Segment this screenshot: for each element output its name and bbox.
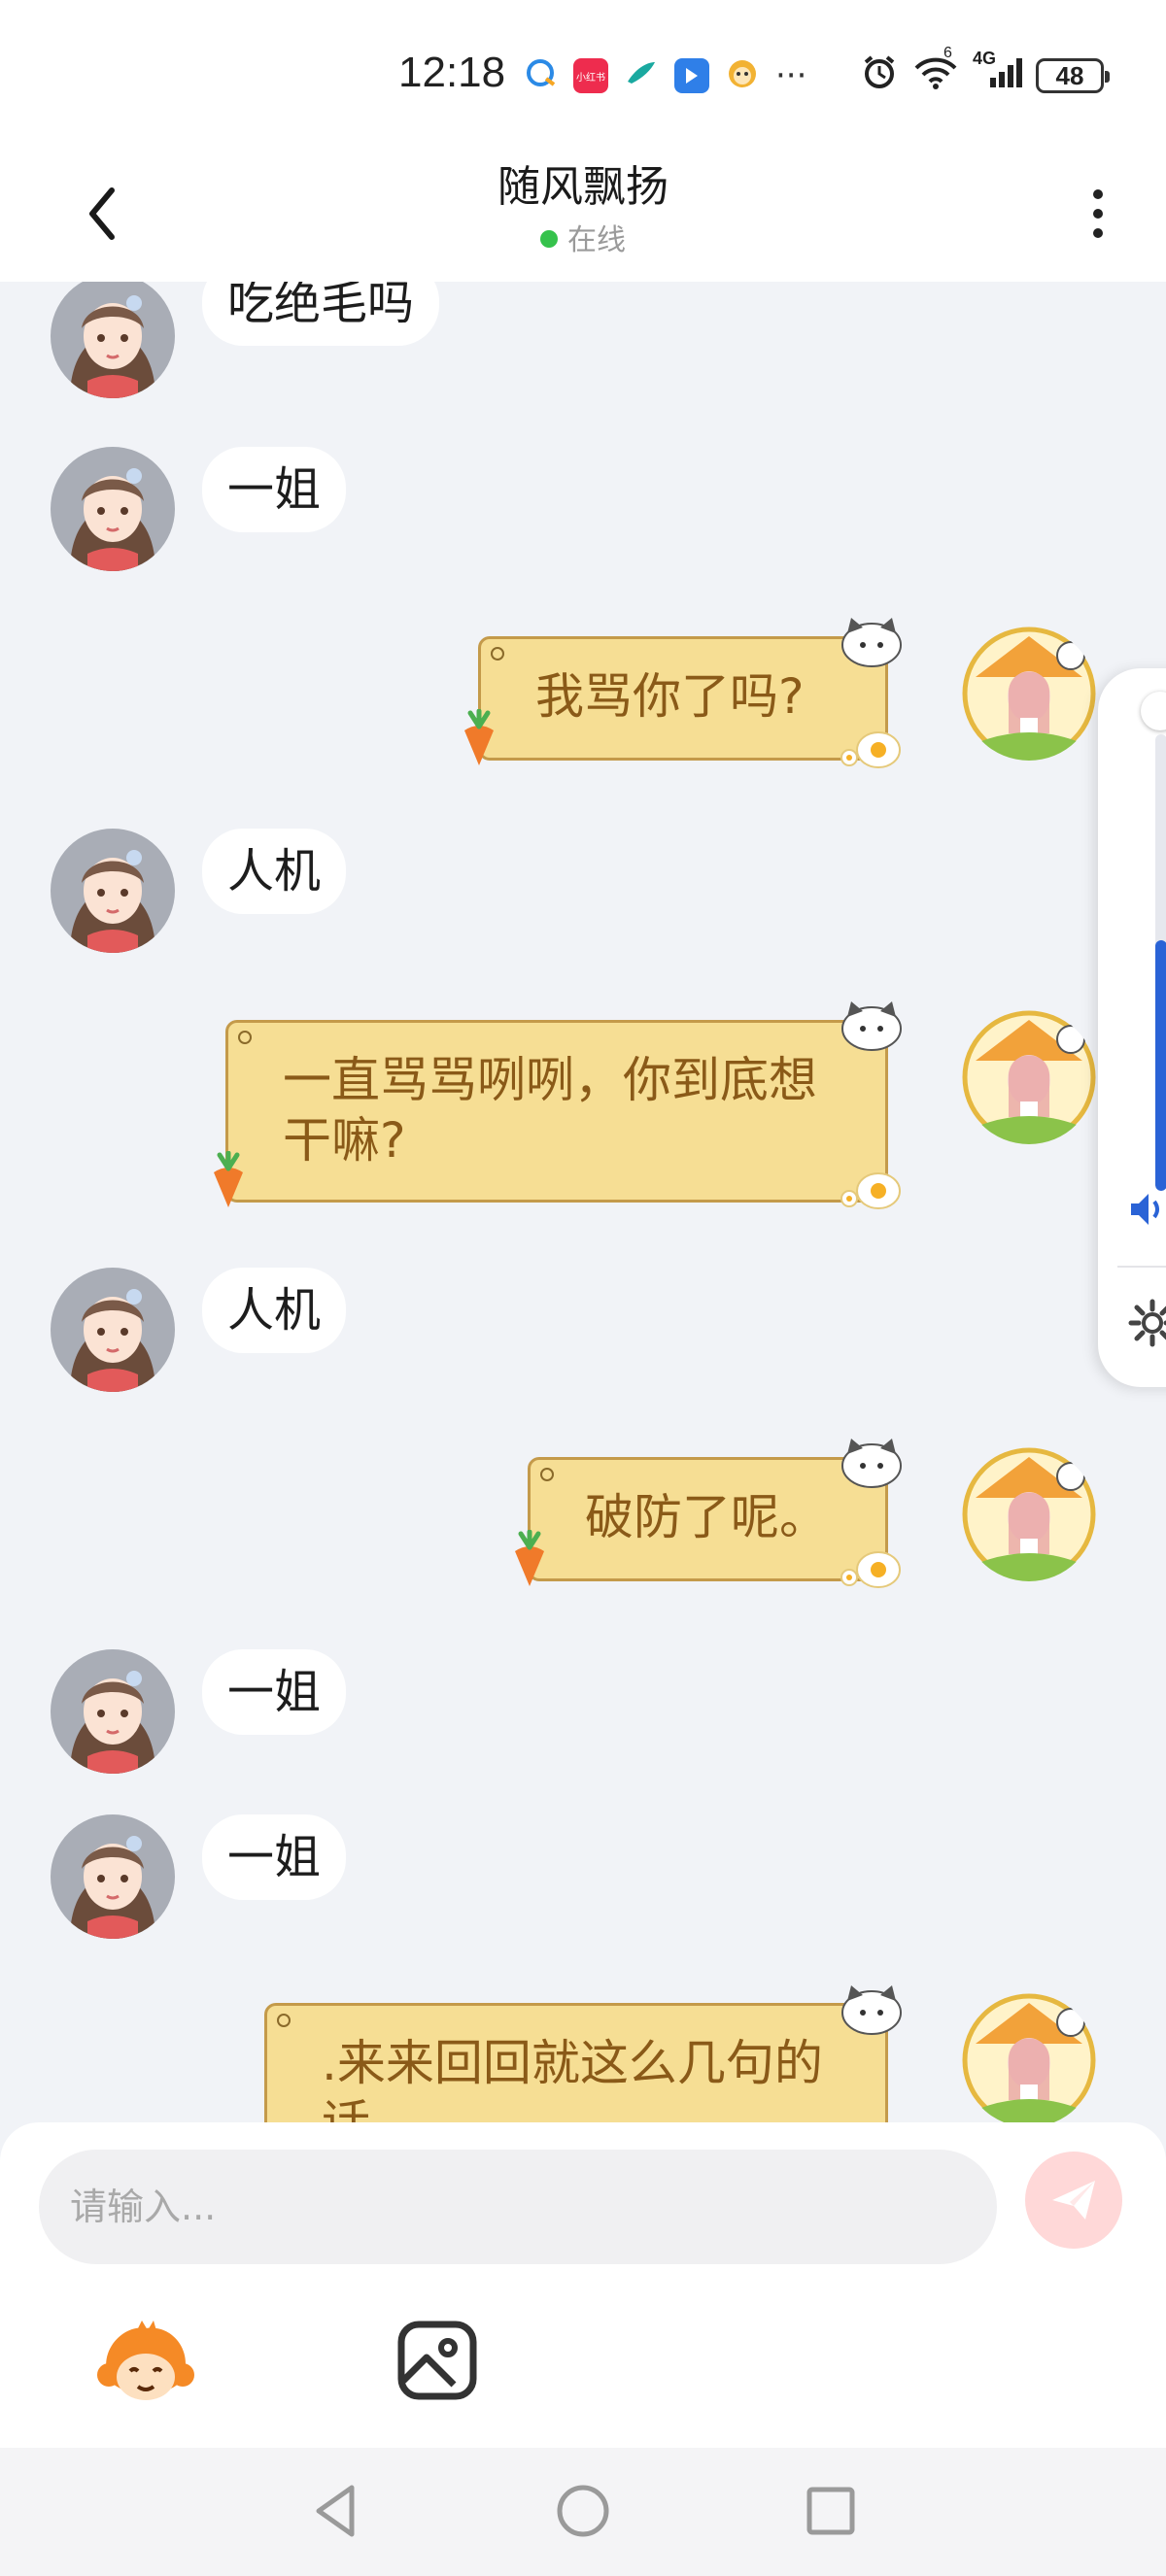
incoming-message[interactable]: 人机 <box>202 829 347 914</box>
message-list[interactable]: 吃绝毛吗 一姐 我骂你了吗? 人机 一直骂骂咧咧，你到底想干嘛? 人机 破防了呢… <box>0 282 1166 2122</box>
system-navigation-bar <box>0 2448 1166 2576</box>
contact-avatar[interactable] <box>51 829 175 953</box>
status-bar: 12:18 小红书 ··· 6 4G 48 <box>0 0 1166 146</box>
volume-slider[interactable] <box>1155 734 1166 1191</box>
network-type: 4G <box>973 49 997 68</box>
monkey-app-icon <box>725 56 760 95</box>
speaker-icon[interactable] <box>1127 1188 1166 1235</box>
outgoing-message-text: .来来回回就这么几句的话 <box>322 2035 823 2122</box>
dot <box>1093 189 1103 199</box>
message-input[interactable] <box>39 2150 997 2264</box>
more-options-button[interactable] <box>1079 175 1117 253</box>
online-status-label: 在线 <box>567 223 626 257</box>
cat-sticker-icon <box>838 612 906 674</box>
contact-avatar[interactable] <box>51 1268 175 1392</box>
dot <box>1093 209 1103 219</box>
outgoing-message-text: 破防了呢。 <box>585 1489 828 1545</box>
pin-icon <box>277 2014 291 2027</box>
volume-handle[interactable] <box>1141 692 1166 730</box>
cat-sticker-icon <box>838 996 906 1058</box>
volume-level <box>1155 939 1166 1191</box>
nav-home-button[interactable] <box>549 2477 617 2545</box>
xiaohongshu-icon: 小红书 <box>573 58 608 93</box>
egg-sticker-icon <box>836 1546 904 1595</box>
paper-plane-icon <box>1052 2181 1095 2220</box>
dot <box>1093 228 1103 238</box>
triangle-back-icon <box>316 2485 355 2537</box>
more-notifications: ··· <box>775 56 807 95</box>
settings-gear-icon[interactable] <box>1127 1298 1166 1352</box>
outgoing-message[interactable]: 一直骂骂咧咧，你到底想干嘛? <box>225 1020 888 1203</box>
incoming-message[interactable]: 一姐 <box>202 1649 347 1735</box>
contact-avatar[interactable] <box>51 282 175 398</box>
emoji-button[interactable] <box>97 2317 194 2414</box>
contact-name: 随风飘扬 <box>497 162 669 212</box>
image-icon <box>397 2321 477 2400</box>
wifi-icon: 6 <box>912 45 959 95</box>
image-picker-button[interactable] <box>394 2317 481 2404</box>
signal-icon: 4G <box>973 49 1023 95</box>
blue-app-icon <box>674 58 709 93</box>
online-status: 在线 <box>0 216 1166 258</box>
user-avatar[interactable] <box>962 1010 1096 1144</box>
online-dot-icon <box>540 230 558 248</box>
nav-recents-button[interactable] <box>797 2477 865 2545</box>
contact-avatar[interactable] <box>51 1814 175 1939</box>
outgoing-message[interactable]: 我骂你了吗? <box>478 636 888 761</box>
battery-indicator: 48 <box>1036 58 1110 93</box>
outgoing-message[interactable]: .来来回回就这么几句的话 <box>264 2003 888 2122</box>
circle-home-icon <box>557 2485 609 2537</box>
feather-app-icon <box>624 56 659 95</box>
cat-sticker-icon <box>838 1980 906 2042</box>
pin-icon <box>491 647 504 661</box>
user-avatar[interactable] <box>962 1993 1096 2122</box>
volume-divider <box>1117 1266 1166 1268</box>
cat-sticker-icon <box>838 1433 906 1495</box>
user-avatar[interactable] <box>962 1447 1096 1581</box>
volume-panel <box>1098 668 1166 1387</box>
alarm-icon <box>860 52 899 95</box>
carrot-sticker-icon <box>457 708 501 771</box>
monkey-face-icon <box>97 2321 194 2400</box>
status-time: 12:18 <box>398 49 506 96</box>
incoming-message[interactable]: 一姐 <box>202 447 347 532</box>
system-status-icons: 6 4G <box>860 45 1023 95</box>
input-panel <box>0 2122 1166 2448</box>
qq-browser-icon <box>525 57 558 94</box>
egg-sticker-icon <box>836 727 904 775</box>
contact-avatar[interactable] <box>51 447 175 571</box>
wifi-badge: 6 <box>943 45 952 61</box>
send-button[interactable] <box>1025 2152 1122 2249</box>
pin-icon <box>238 1031 252 1044</box>
carrot-sticker-icon <box>206 1150 251 1213</box>
outgoing-message[interactable]: 破防了呢。 <box>528 1457 888 1581</box>
chat-header: 随风飘扬 在线 <box>0 146 1166 282</box>
pin-icon <box>540 1468 554 1481</box>
incoming-message[interactable]: 人机 <box>202 1268 347 1353</box>
notification-icons: 小红书 ··· <box>525 56 806 95</box>
outgoing-message-text: 一直骂骂咧咧，你到底想干嘛? <box>283 1052 817 1169</box>
outgoing-message-text: 我骂你了吗? <box>535 668 805 725</box>
user-avatar[interactable] <box>962 627 1096 761</box>
incoming-message[interactable]: 吃绝毛吗 <box>202 282 440 346</box>
incoming-message[interactable]: 一姐 <box>202 1814 347 1900</box>
nav-back-button[interactable] <box>301 2477 369 2545</box>
carrot-sticker-icon <box>507 1529 552 1592</box>
contact-avatar[interactable] <box>51 1649 175 1774</box>
egg-sticker-icon <box>836 1168 904 1216</box>
square-recents-icon <box>806 2487 855 2535</box>
